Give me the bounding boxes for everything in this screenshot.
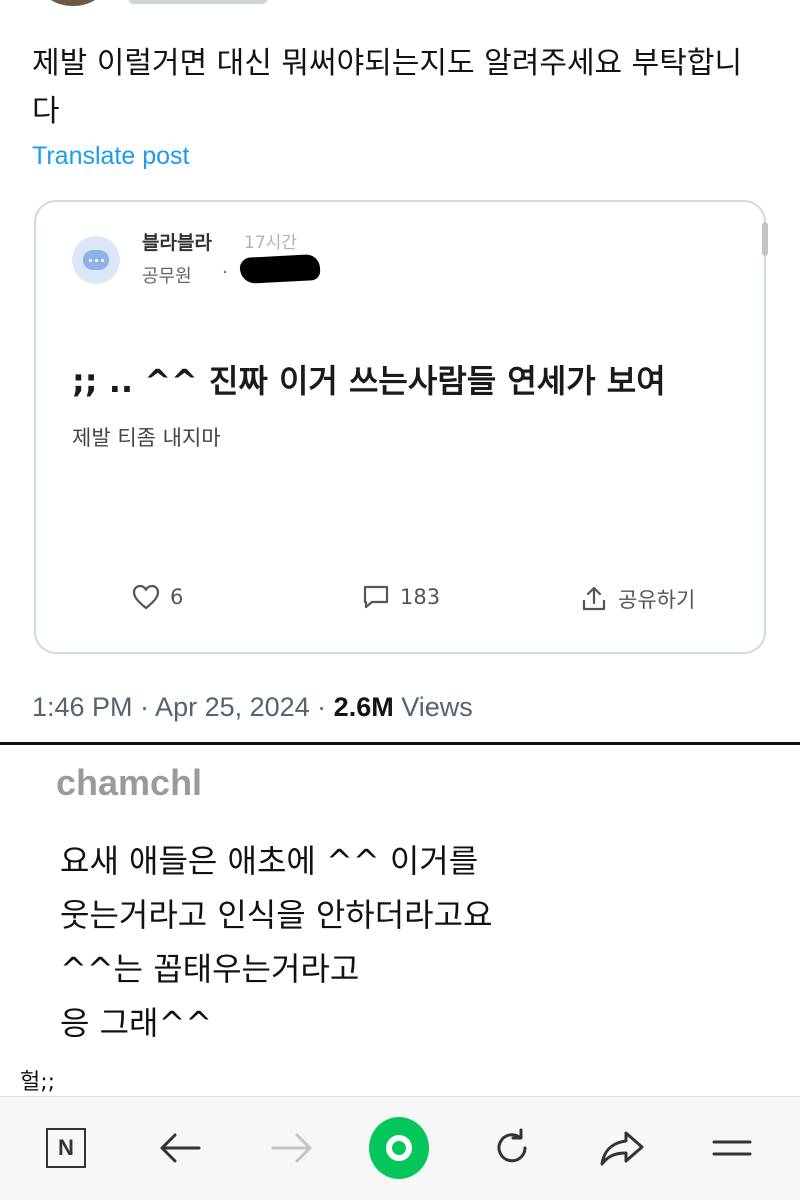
section-divider — [0, 742, 800, 745]
share-button[interactable]: 공유하기 — [580, 584, 695, 614]
share-icon — [582, 586, 606, 611]
card-job: 공무원 — [142, 266, 192, 287]
forward-arrow-icon[interactable] — [262, 1118, 322, 1178]
heart-icon — [132, 584, 160, 610]
card-author: 블라블라 — [142, 232, 212, 254]
comment-line: 웃는거라고 인식을 안하더라고요 — [60, 896, 493, 934]
comment-username: chamchl — [56, 762, 203, 803]
tweet-text: 제발 이럴거면 대신 뭐써야되는지도 알려주세요 부탁합니다 — [32, 46, 743, 129]
back-arrow-icon[interactable] — [150, 1118, 210, 1178]
comment-count: 183 — [400, 585, 441, 609]
card-body: 제발 티좀 내지마 — [72, 426, 221, 450]
translate-post-link[interactable]: Translate post — [32, 142, 189, 171]
card-time-ago: 17시간 — [244, 233, 297, 253]
card-title: ;; .. ^^ 진짜 이거 쓰는사람들 연세가 보여 — [72, 362, 666, 400]
tweet-timestamp: 1:46 PM · Apr 25, 2024 · — [32, 692, 334, 722]
comment-line: 응 그래^^ — [60, 1004, 213, 1042]
card-avatar-icon — [72, 236, 120, 284]
caption-text: 헐;; — [20, 1070, 56, 1095]
comment-line: ^^는 꼽태우는거라고 — [60, 950, 360, 988]
share-label: 공유하기 — [618, 588, 696, 612]
refresh-icon[interactable] — [482, 1118, 542, 1178]
author-avatar[interactable] — [40, 0, 106, 6]
tweet-meta: 1:46 PM · Apr 25, 2024 · 2.6M Views — [32, 692, 473, 723]
share-icon[interactable] — [592, 1118, 652, 1178]
menu-icon[interactable] — [702, 1118, 762, 1178]
card-separator: · — [222, 262, 228, 283]
card-scrollbar[interactable] — [762, 222, 768, 256]
views-count: 2.6M — [333, 692, 394, 722]
like-button[interactable]: 6 — [132, 584, 183, 610]
comment-button[interactable]: 183 — [362, 584, 440, 610]
home-green-icon[interactable] — [369, 1117, 429, 1179]
author-name-cropped — [128, 0, 268, 4]
like-count: 6 — [170, 585, 184, 609]
redaction-scribble — [239, 253, 321, 285]
comment-icon — [363, 585, 389, 609]
comment-line: 요새 애들은 애초에 ^^ 이거를 — [60, 842, 479, 880]
naver-n-icon[interactable]: N — [36, 1118, 96, 1178]
n-button: N — [46, 1128, 86, 1168]
views-label: Views — [393, 692, 473, 722]
